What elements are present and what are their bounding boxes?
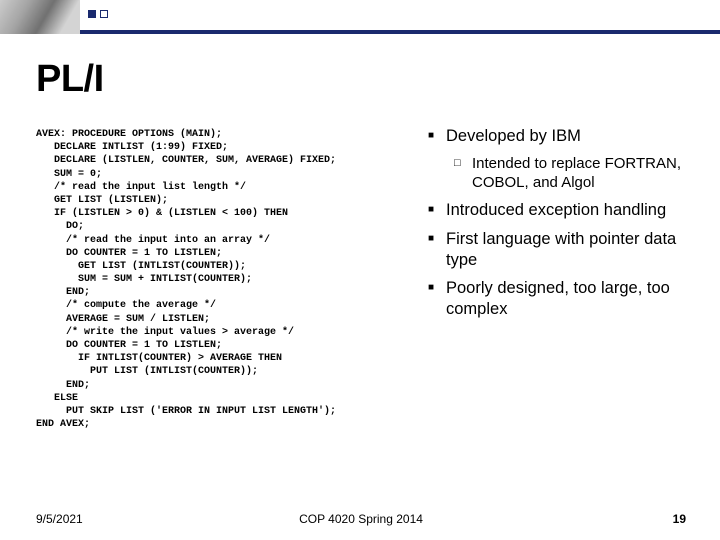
bullet-text: Introduced exception handling	[446, 200, 704, 221]
bullet-item: ■ Introduced exception handling	[428, 200, 704, 221]
header-divider-line	[80, 30, 720, 34]
hollow-square-bullet-icon: □	[454, 154, 472, 192]
bullet-item: ■ First language with pointer data type	[428, 229, 704, 271]
square-bullet-icon: ■	[428, 278, 446, 320]
header-square-outline-icon	[100, 10, 108, 18]
bullet-text: Poorly designed, too large, too complex	[446, 278, 704, 320]
bullet-list: ■ Developed by IBM □ Intended to replace…	[428, 126, 704, 327]
bullet-text: First language with pointer data type	[446, 229, 704, 271]
footer-course: COP 4020 Spring 2014	[36, 512, 686, 526]
slide-header-band	[0, 0, 720, 36]
square-bullet-icon: ■	[428, 200, 446, 221]
code-sample: AVEX: PROCEDURE OPTIONS (MAIN); DECLARE …	[36, 128, 424, 431]
bullet-text: Developed by IBM	[446, 126, 704, 147]
slide-title: PL/I	[36, 58, 104, 101]
bullet-item: ■ Poorly designed, too large, too comple…	[428, 278, 704, 320]
sub-bullet-text: Intended to replace FORTRAN, COBOL, and …	[472, 154, 704, 192]
header-square-filled-icon	[88, 10, 96, 18]
sub-bullet-item: □ Intended to replace FORTRAN, COBOL, an…	[454, 154, 704, 192]
square-bullet-icon: ■	[428, 126, 446, 147]
header-photo-thumbnail	[0, 0, 80, 34]
footer-page-number: 19	[673, 512, 686, 526]
bullet-item: ■ Developed by IBM	[428, 126, 704, 147]
square-bullet-icon: ■	[428, 229, 446, 271]
